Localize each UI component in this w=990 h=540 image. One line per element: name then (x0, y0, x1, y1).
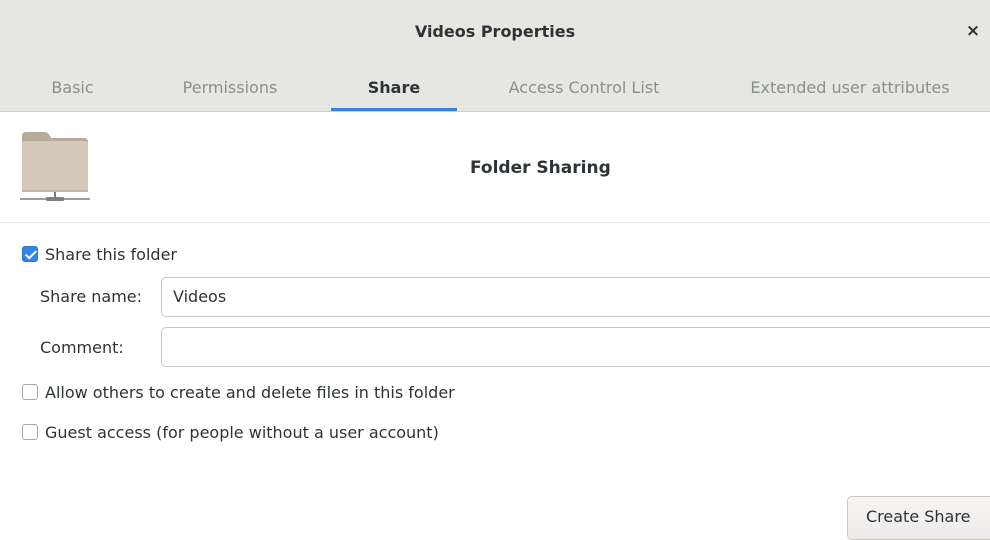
tab-share[interactable]: Share (331, 67, 457, 111)
comment-label: Comment: (40, 338, 124, 357)
tab-access-control-list[interactable]: Access Control List (484, 67, 684, 111)
title-bar: Videos Properties × (0, 0, 990, 68)
close-icon[interactable]: × (962, 20, 984, 42)
guest-access-checkbox[interactable]: Guest access (for people without a user … (22, 422, 439, 442)
allow-write-label: Allow others to create and delete files … (45, 382, 455, 402)
checkbox-unchecked-icon[interactable] (22, 384, 38, 400)
tab-bar: Basic Permissions Share Access Control L… (0, 67, 990, 112)
allow-write-checkbox[interactable]: Allow others to create and delete files … (22, 382, 455, 402)
share-name-label: Share name: (40, 287, 143, 306)
folder-share-icon (20, 128, 90, 212)
share-name-input[interactable]: Videos (161, 277, 990, 317)
tab-extended-user-attributes[interactable]: Extended user attributes (730, 67, 970, 111)
share-folder-checkbox[interactable]: Share this folder (22, 244, 177, 264)
create-share-button[interactable]: Create Share (847, 496, 990, 540)
tab-basic[interactable]: Basic (20, 67, 125, 111)
checkbox-checked-icon[interactable] (22, 246, 38, 262)
sharing-header: Folder Sharing (0, 112, 990, 223)
checkbox-unchecked-icon[interactable] (22, 424, 38, 440)
share-folder-label: Share this folder (45, 244, 177, 264)
window-title: Videos Properties (414, 22, 576, 41)
guest-access-label: Guest access (for people without a user … (45, 422, 439, 442)
page-title: Folder Sharing (470, 158, 611, 178)
comment-input[interactable] (161, 327, 990, 367)
tab-permissions[interactable]: Permissions (160, 67, 300, 111)
